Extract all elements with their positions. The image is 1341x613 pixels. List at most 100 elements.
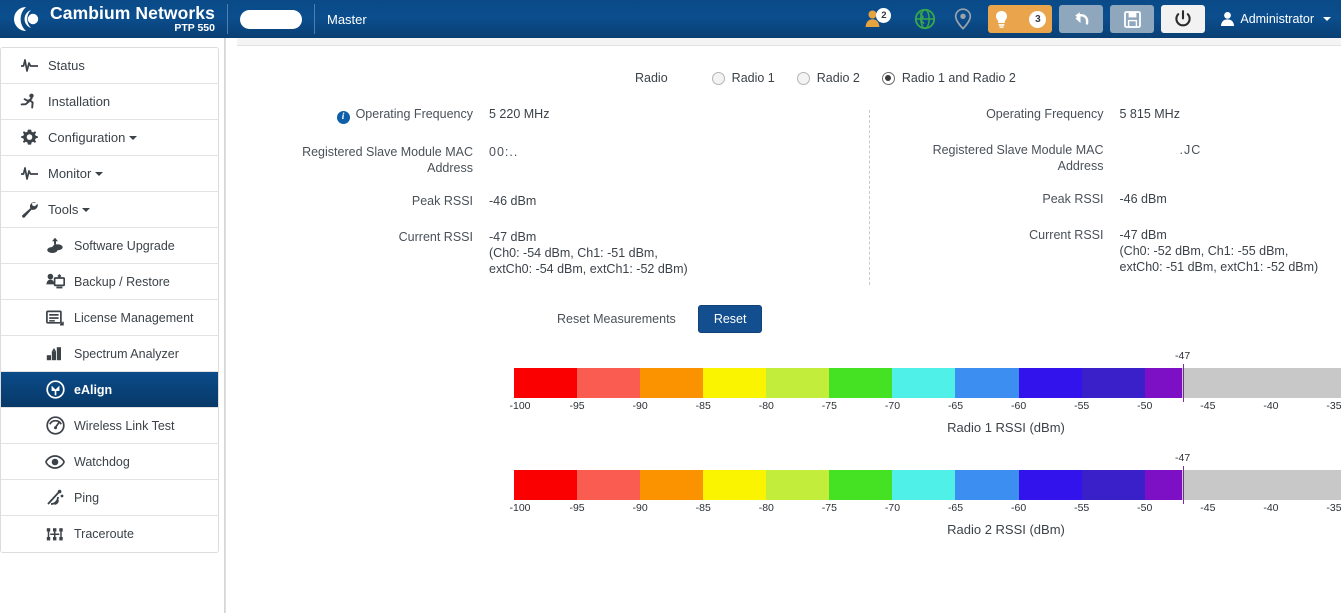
- radio-button-radio1[interactable]: [712, 72, 725, 85]
- sidebar-item-tools[interactable]: Tools: [1, 192, 218, 228]
- radio1-info-column: iOperating Frequency 5 220 MHz Registere…: [237, 106, 868, 297]
- rssi-axis-tick: -40: [1263, 502, 1278, 514]
- radio-option-radio1[interactable]: Radio 1: [712, 71, 775, 85]
- notifications-lamp-button[interactable]: 3: [988, 5, 1052, 33]
- radio-option-both[interactable]: Radio 1 and Radio 2: [882, 71, 1016, 85]
- chevron-down-icon: [82, 208, 90, 212]
- radio1-current-rssi-detail2: extCh0: -54 dBm, extCh1: -52 dBm): [489, 261, 688, 277]
- rssi-gauge-segment: [514, 368, 577, 398]
- rssi-axis-tick: -100: [509, 400, 530, 412]
- radio2-mac-label-line2: Address: [1058, 159, 1104, 173]
- radio-button-radio2[interactable]: [797, 72, 810, 85]
- user-menu[interactable]: Administrator: [1220, 11, 1331, 27]
- sidebar-item-software-upgrade[interactable]: Software Upgrade: [1, 228, 218, 264]
- map-pin-icon[interactable]: [954, 8, 972, 30]
- reset-button[interactable]: Reset: [698, 305, 763, 333]
- radio1-current-rssi-main: -47 dBm: [489, 229, 688, 245]
- radio1-mac-value: 00:..: [489, 144, 518, 176]
- sidebar-item-label: Watchdog: [74, 455, 130, 469]
- rssi-axis-tick: -70: [885, 502, 900, 514]
- sidebar-item-status[interactable]: Status: [1, 48, 218, 84]
- rssi-gauge-segment: [955, 470, 1018, 500]
- license-icon: [45, 309, 65, 327]
- sidebar-item-ping[interactable]: Ping: [1, 480, 218, 516]
- radio2-current-rssi-detail2: extCh0: -51 dBm, extCh1: -52 dBm): [1120, 259, 1319, 275]
- radio2-info-column: Operating Frequency 5 815 MHz Registered…: [868, 106, 1341, 297]
- undo-button[interactable]: [1059, 5, 1103, 33]
- power-button[interactable]: [1161, 5, 1205, 33]
- rssi-axis-tick: -35: [1326, 400, 1341, 412]
- sidebar-item-spectrum-analyzer[interactable]: Spectrum Analyzer: [1, 336, 218, 372]
- waveform-icon: [19, 57, 39, 75]
- sidebar-item-wireless-link-test[interactable]: Wireless Link Test: [1, 408, 218, 444]
- rssi-gauge-segment: [892, 470, 955, 500]
- panel-top-strip: [237, 38, 1341, 46]
- user-alert-icon[interactable]: 2: [865, 9, 884, 29]
- radio2-peak-rssi-value: -46 dBm: [1120, 191, 1167, 207]
- brand-text: Cambium Networks PTP 550: [50, 5, 215, 34]
- rssi-gauge-segment: [766, 470, 829, 500]
- reset-measurements-row: Reset Measurements Reset: [237, 305, 1341, 333]
- rssi-axis-tick: -85: [696, 400, 711, 412]
- sidebar-item-monitor[interactable]: Monitor: [1, 156, 218, 192]
- redacted-device-name: [240, 10, 302, 29]
- radio1-mac-label-line1: Registered Slave Module MAC: [302, 145, 473, 159]
- eye-icon: [45, 453, 65, 471]
- rssi-axis-tick: -45: [1200, 400, 1215, 412]
- rssi-axis-tick: -50: [1137, 502, 1152, 514]
- sidebar-item-label: Monitor: [48, 166, 91, 181]
- rssi-gauge-segment: [829, 470, 892, 500]
- rssi-gauge-2: -47-100-95-90-85-80-75-70-65-60-55-50-45…: [514, 453, 1341, 509]
- radio2-mac-label: Registered Slave Module MAC Address: [868, 142, 1120, 174]
- runner-icon: [19, 93, 39, 111]
- header-divider-1: [227, 4, 228, 34]
- radio1-mac-label: Registered Slave Module MAC Address: [237, 144, 489, 176]
- rssi-axis-tick: -60: [1011, 400, 1026, 412]
- rssi-axis-tick: -85: [696, 502, 711, 514]
- rssi-axis-tick: -80: [759, 400, 774, 412]
- sidebar-item-installation[interactable]: Installation: [1, 84, 218, 120]
- rssi-axis-tick: -45: [1200, 502, 1215, 514]
- rssi-axis-tick: -75: [822, 502, 837, 514]
- rssi-gauge-segment: [829, 368, 892, 398]
- sidebar-item-configuration[interactable]: Configuration: [1, 120, 218, 156]
- rssi-current-marker-label: -47: [1175, 452, 1190, 464]
- sidebar-item-label: Status: [48, 58, 85, 73]
- brand-block: Cambium Networks PTP 550: [0, 0, 215, 38]
- info-icon[interactable]: i: [337, 111, 350, 124]
- radio1-mac-row: Registered Slave Module MAC Address 00:.…: [237, 144, 858, 176]
- brand-model: PTP 550: [50, 23, 215, 34]
- power-icon: [1174, 10, 1192, 28]
- panel-body: Radio Radio 1 Radio 2 Radio 1 and Radio …: [226, 60, 1341, 537]
- radio2-current-rssi-label: Current RSSI: [868, 227, 1120, 275]
- rssi-axis-tick: -65: [948, 502, 963, 514]
- radio1-current-rssi-detail1: (Ch0: -54 dBm, Ch1: -51 dBm,: [489, 245, 688, 261]
- save-button[interactable]: [1110, 5, 1154, 33]
- radio-option-radio2[interactable]: Radio 2: [797, 71, 860, 85]
- rssi-axis-tick: -75: [822, 400, 837, 412]
- floppy-disk-icon: [1124, 11, 1141, 28]
- rssi-gauge-segment: [640, 470, 703, 500]
- alarm-count-badge: 2: [876, 8, 891, 23]
- traceroute-icon: [45, 525, 65, 543]
- rssi-gauge-segment: [1019, 368, 1082, 398]
- sidebar-item-label: Spectrum Analyzer: [74, 347, 179, 361]
- sidebar-item-traceroute[interactable]: Traceroute: [1, 516, 218, 552]
- radio1-current-rssi-row: Current RSSI -47 dBm (Ch0: -54 dBm, Ch1:…: [237, 229, 858, 277]
- radio2-current-rssi-main: -47 dBm: [1120, 227, 1319, 243]
- rssi-current-marker-label: -47: [1175, 350, 1190, 362]
- radio-button-both[interactable]: [882, 72, 895, 85]
- ealign-icon: [45, 381, 65, 399]
- sidebar-item-backup-restore[interactable]: Backup / Restore: [1, 264, 218, 300]
- sidebar-item-watchdog[interactable]: Watchdog: [1, 444, 218, 480]
- sidebar-item-ealign[interactable]: eAlign: [1, 372, 218, 408]
- sidebar-item-label: Backup / Restore: [74, 275, 170, 289]
- rssi-gauge-segment: [766, 368, 829, 398]
- waveform-icon: [19, 165, 39, 183]
- rssi-gauge-track: [514, 368, 1341, 398]
- sidebar-item-license-management[interactable]: License Management: [1, 300, 218, 336]
- rssi-gauge-1: -47-100-95-90-85-80-75-70-65-60-55-50-45…: [514, 351, 1341, 407]
- site-name-label: Master: [327, 12, 367, 27]
- rssi-gauge-segment: [955, 368, 1018, 398]
- globe-icon[interactable]: [914, 8, 936, 30]
